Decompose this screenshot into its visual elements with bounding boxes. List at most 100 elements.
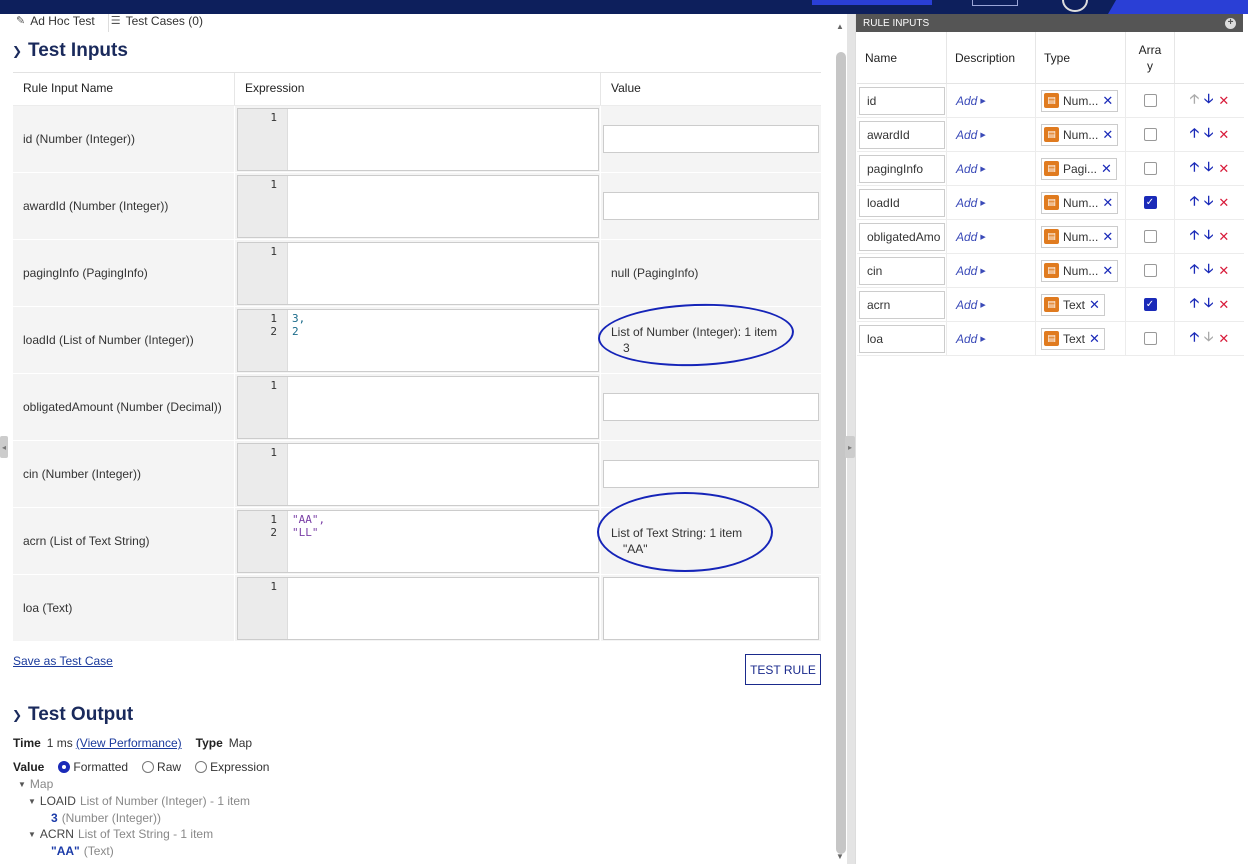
code-area[interactable]: "AA", "LL" — [288, 511, 329, 572]
radio-expression[interactable]: Expression — [195, 760, 269, 774]
caret-down-icon[interactable]: ▼ — [18, 780, 26, 789]
code-area[interactable]: 3, 2 — [288, 310, 309, 371]
add-description-link[interactable]: Add — [956, 128, 977, 142]
expression-editor[interactable]: 12 "AA", "LL" — [237, 510, 599, 573]
type-picker[interactable]: ▤ Text ✕ — [1041, 293, 1105, 316]
add-description-link[interactable]: Add — [956, 332, 977, 346]
add-description-link[interactable]: Add — [956, 94, 977, 108]
delete-icon[interactable]: ✕ — [1218, 127, 1229, 143]
array-checkbox[interactable] — [1143, 264, 1157, 277]
collapse-handle-icon[interactable]: ▸ — [845, 436, 855, 458]
type-picker[interactable]: ▤ Num... ✕ — [1041, 123, 1119, 146]
name-input[interactable]: cin — [859, 256, 945, 285]
move-up-icon[interactable]: 🡡 — [1190, 328, 1199, 350]
move-up-icon[interactable]: 🡡 — [1190, 192, 1199, 214]
name-input[interactable]: loadId — [859, 188, 945, 217]
expression-editor[interactable]: 1 — [237, 577, 599, 640]
array-checkbox[interactable] — [1143, 230, 1157, 243]
name-input[interactable]: id — [859, 86, 945, 115]
clear-type-icon[interactable]: ✕ — [1102, 127, 1113, 143]
expression-editor[interactable]: 1 — [237, 376, 599, 439]
caret-down-icon[interactable]: ▼ — [28, 797, 36, 806]
move-down-icon[interactable]: 🡣 — [1204, 90, 1213, 112]
code-area[interactable] — [288, 109, 296, 170]
radio-raw[interactable]: Raw — [142, 760, 181, 774]
expression-editor[interactable]: 1 — [237, 108, 599, 171]
clear-type-icon[interactable]: ✕ — [1101, 161, 1112, 177]
test-inputs-header[interactable]: ❯ Test Inputs — [12, 40, 128, 62]
tree-node-acrn[interactable]: ▼ ACRN List of Text String - 1 item — [28, 827, 213, 841]
radio-button[interactable] — [195, 761, 208, 773]
code-area[interactable] — [288, 444, 296, 505]
value-input[interactable] — [603, 125, 819, 153]
radio-button-selected[interactable] — [58, 761, 71, 773]
array-checkbox[interactable] — [1143, 128, 1157, 141]
expression-editor[interactable]: 1 — [237, 443, 599, 506]
view-performance-link[interactable]: (View Performance) — [76, 736, 182, 750]
array-checkbox[interactable]: ✓ — [1143, 196, 1157, 209]
test-output-header[interactable]: ❯ Test Output — [12, 704, 133, 726]
delete-icon[interactable]: ✕ — [1218, 297, 1229, 313]
move-up-icon[interactable]: 🡡 — [1190, 124, 1199, 146]
code-area[interactable] — [288, 377, 296, 438]
array-checkbox[interactable] — [1143, 94, 1157, 107]
value-input[interactable] — [603, 460, 819, 488]
add-description-link[interactable]: Add — [956, 298, 977, 312]
type-picker[interactable]: ▤ Num... ✕ — [1041, 259, 1119, 282]
radio-formatted[interactable]: Formatted — [58, 760, 128, 774]
name-input[interactable]: awardId — [859, 120, 945, 149]
scroll-up-icon[interactable]: ▲ — [836, 22, 844, 31]
move-down-icon[interactable]: 🡣 — [1204, 192, 1213, 214]
move-up-icon[interactable]: 🡡 — [1190, 226, 1199, 248]
array-checkbox[interactable] — [1143, 332, 1157, 345]
type-picker[interactable]: ▤ Num... ✕ — [1041, 225, 1119, 248]
collapse-handle-icon[interactable]: ◂ — [0, 436, 8, 458]
clear-type-icon[interactable]: ✕ — [1102, 93, 1113, 109]
scroll-down-icon[interactable]: ▼ — [836, 852, 844, 861]
delete-icon[interactable]: ✕ — [1218, 93, 1229, 109]
add-description-link[interactable]: Add — [956, 230, 977, 244]
name-input[interactable]: acrn — [859, 290, 945, 319]
value-input[interactable] — [603, 192, 819, 220]
user-avatar[interactable] — [1062, 0, 1088, 12]
delete-icon[interactable]: ✕ — [1218, 229, 1229, 245]
type-picker[interactable]: ▤ Text ✕ — [1041, 327, 1105, 350]
move-up-icon[interactable]: 🡡 — [1190, 158, 1199, 180]
tree-node-loadid[interactable]: ▼ LOAID List of Number (Integer) - 1 ite… — [28, 794, 250, 808]
caret-down-icon[interactable]: ▼ — [28, 830, 36, 839]
top-nav-box[interactable] — [972, 0, 1018, 6]
move-down-icon[interactable]: 🡣 — [1204, 158, 1213, 180]
delete-icon[interactable]: ✕ — [1218, 263, 1229, 279]
code-area[interactable] — [288, 578, 296, 639]
move-up-icon[interactable]: 🡡 — [1190, 294, 1199, 316]
add-description-link[interactable]: Add — [956, 264, 977, 278]
test-rule-button[interactable]: TEST RULE — [745, 654, 821, 685]
move-up-icon[interactable]: 🡡 — [1190, 90, 1199, 112]
move-up-icon[interactable]: 🡡 — [1190, 260, 1199, 282]
tree-root[interactable]: ▼ Map — [18, 777, 53, 791]
type-picker[interactable]: ▤ Pagi... ✕ — [1041, 157, 1117, 180]
add-rule-input-icon[interactable]: + — [1225, 17, 1236, 29]
move-down-icon[interactable]: 🡣 — [1204, 328, 1213, 350]
add-description-link[interactable]: Add — [956, 162, 977, 176]
move-down-icon[interactable]: 🡣 — [1204, 294, 1213, 316]
name-input[interactable]: loa — [859, 324, 945, 353]
save-as-test-case-link[interactable]: Save as Test Case — [13, 654, 113, 668]
type-picker[interactable]: ▤ Num... ✕ — [1041, 191, 1119, 214]
code-area[interactable] — [288, 243, 296, 304]
expression-editor[interactable]: 12 3, 2 — [237, 309, 599, 372]
clear-type-icon[interactable]: ✕ — [1089, 297, 1100, 313]
clear-type-icon[interactable]: ✕ — [1089, 331, 1100, 347]
radio-button[interactable] — [142, 761, 155, 773]
tab-ad-hoc-test[interactable]: ✎ Ad Hoc Test — [8, 14, 103, 32]
value-input[interactable] — [603, 576, 819, 640]
delete-icon[interactable]: ✕ — [1218, 161, 1229, 177]
delete-icon[interactable]: ✕ — [1218, 195, 1229, 211]
tab-test-cases[interactable]: ☰ Test Cases (0) — [103, 14, 211, 32]
move-down-icon[interactable]: 🡣 — [1204, 260, 1213, 282]
clear-type-icon[interactable]: ✕ — [1102, 229, 1113, 245]
clear-type-icon[interactable]: ✕ — [1102, 263, 1113, 279]
value-input[interactable] — [603, 393, 819, 421]
clear-type-icon[interactable]: ✕ — [1102, 195, 1113, 211]
name-input[interactable]: pagingInfo — [859, 154, 945, 183]
